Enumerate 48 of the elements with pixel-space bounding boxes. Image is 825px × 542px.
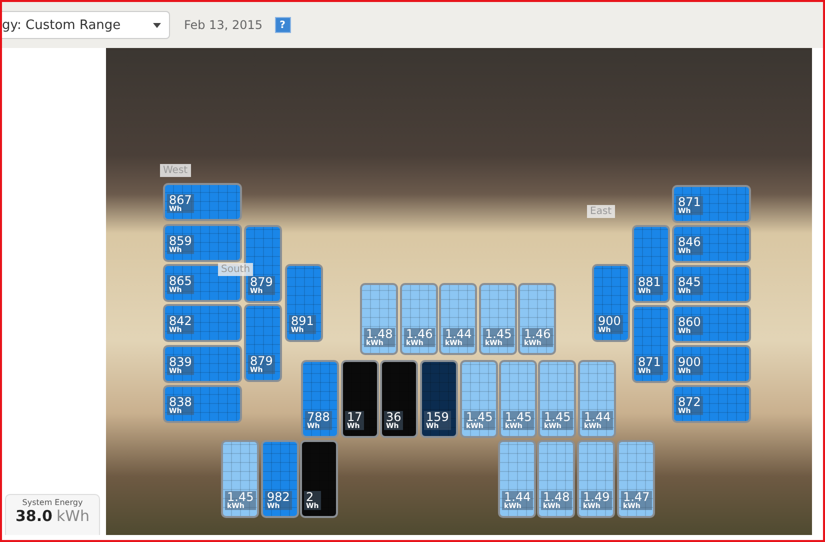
panel-energy-value: 1.44 [584,411,611,423]
panel-energy-value: 859 [169,235,192,247]
panel-energy-value: 867 [169,194,192,206]
caret-icon [153,22,161,28]
system-energy-value: 38.0 [15,507,52,525]
panel-energy-value: 1.45 [466,411,493,423]
panel-energy-value: 845 [678,276,701,288]
help-icon[interactable]: ? [274,17,290,33]
panel-energy-value: 842 [169,315,192,327]
panel-energy-value: 1.46 [406,328,433,340]
range-dropdown[interactable]: gy: Custom Range [2,11,170,39]
orientation-label: South [218,263,254,276]
panel-energy-value: 1.47 [623,491,650,503]
panel-energy-value: 846 [678,236,701,248]
panel-energy-value: 881 [638,276,661,288]
panel-energy-value: 1.45 [227,491,254,503]
panel-energy-value: 2 [306,491,314,503]
panel-energy-value: 879 [250,355,273,367]
panel-energy-value: 1.45 [505,411,532,423]
orientation-label: West [160,164,191,177]
panel-energy-value: 788 [307,411,330,423]
system-energy-unit: kWh [56,507,90,525]
panel-energy-value: 982 [267,491,290,503]
panel-energy-value: 1.48 [366,328,393,340]
panel-energy-value: 871 [678,196,701,208]
panel-energy-value: 871 [638,356,661,368]
panel-energy-value: 1.49 [583,491,610,503]
panel-energy-value: 159 [426,411,449,423]
system-energy-label: System Energy [22,498,83,507]
panel-energy-value: 872 [678,396,701,408]
panel-energy-value: 1.48 [543,491,570,503]
panel-energy-value: 1.44 [504,491,531,503]
panel-energy-value: 839 [169,356,192,368]
panel-energy-value: 17 [347,411,362,423]
panel-energy-value: 900 [598,315,621,327]
panel-energy-value: 1.46 [524,328,551,340]
panel-energy-value: 838 [169,396,192,408]
date-label: Feb 13, 2015 [184,18,262,32]
panel-energy-value: 36 [386,411,402,423]
panel-energy-value: 879 [250,276,273,288]
orientation-label: East [587,205,615,218]
panel-energy-value: 891 [291,315,314,327]
panel-energy-value: 1.45 [544,411,571,423]
panel-energy-value: 865 [169,275,192,287]
panel-energy-value: 1.45 [485,328,512,340]
panel-energy-value: 860 [678,316,701,328]
panel-energy-value: 900 [678,356,701,368]
panel-energy-value: 1.44 [445,328,472,340]
